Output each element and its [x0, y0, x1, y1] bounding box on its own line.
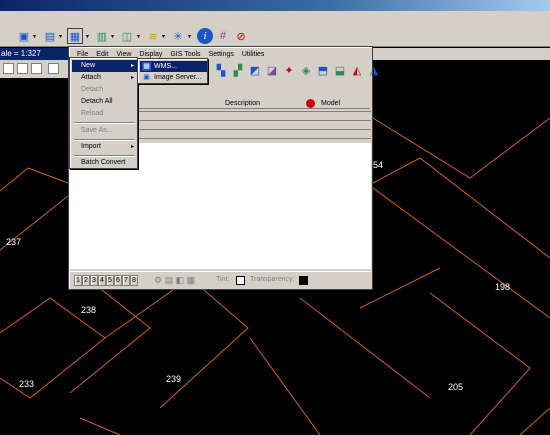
- disable-icon[interactable]: ⊘: [233, 28, 249, 44]
- parcel-boundary: [249, 337, 321, 435]
- menu-item-image-server[interactable]: ▣ Image Server...: [140, 72, 207, 83]
- model-icon: [306, 99, 315, 108]
- submenu-arrow-icon: ▸: [130, 144, 134, 150]
- menu-item-attach[interactable]: Attach ▸: [72, 72, 137, 84]
- dropdown-arrow-icon[interactable]: ▾: [188, 33, 191, 40]
- menu-item-new[interactable]: New ▸: [72, 60, 137, 72]
- raster-tool-icon[interactable]: ⬒: [316, 63, 330, 77]
- view-button[interactable]: 3: [90, 275, 98, 286]
- raster-manager-icon[interactable]: ▦: [67, 28, 83, 44]
- parcel-label: 239: [166, 374, 182, 384]
- menu-item-detach: Detach: [81, 86, 104, 93]
- dropdown-arrow-icon[interactable]: ▾: [111, 33, 114, 40]
- file-menu: New ▸ Attach ▸ Detach Detach All Reload Sa…: [69, 57, 138, 169]
- window-icon[interactable]: ▣: [16, 28, 32, 44]
- parcel-boundary: [372, 187, 550, 319]
- raster-tool-icon[interactable]: ◈: [299, 63, 313, 77]
- fit-view-icon[interactable]: [31, 63, 42, 74]
- raster-tool-icon[interactable]: ◩: [248, 63, 262, 77]
- new-submenu: ▦ WMS... ▣ Image Server...: [137, 58, 208, 84]
- parcel-label: 237: [6, 237, 22, 247]
- parcel-label: 54: [373, 160, 384, 170]
- transparency-label: Transparency:: [250, 276, 295, 283]
- menu-separator: [74, 122, 135, 124]
- raster-tool-icon[interactable]: ⬓: [333, 63, 347, 77]
- tools-icon: ⚙ ▤ ◧ ▦: [154, 275, 196, 285]
- menu-item-save-as: Save As...: [81, 127, 113, 134]
- menu-item-import[interactable]: Import ▸: [72, 141, 137, 153]
- zoom-icon[interactable]: [3, 63, 14, 74]
- dropdown-arrow-icon[interactable]: ▾: [33, 33, 36, 40]
- raster-tool-icon[interactable]: ◮: [367, 63, 381, 77]
- parcel-boundary: [519, 407, 550, 435]
- parcel-label: 205: [448, 382, 464, 392]
- menu-item-detach-all[interactable]: Detach All: [72, 96, 137, 108]
- view-buttons: 1 2 3 4 5 6 7 8: [74, 275, 138, 286]
- stack-icon[interactable]: ≋: [145, 28, 161, 44]
- raster-tool-icon[interactable]: ◭: [350, 63, 364, 77]
- parcel-boundary: [429, 292, 531, 435]
- dropdown-arrow-icon[interactable]: ▾: [137, 33, 140, 40]
- pan-icon[interactable]: [48, 63, 59, 74]
- grid-icon[interactable]: #: [215, 28, 231, 44]
- parcel-label: 198: [495, 282, 511, 292]
- raster-tool-icon[interactable]: ◪: [265, 63, 279, 77]
- tint-label: Tint:: [216, 276, 230, 283]
- view-button[interactable]: 4: [98, 275, 106, 286]
- tint-checkbox[interactable]: [236, 276, 245, 285]
- view-bar: 1 2 3 4 5 6 7 8 ⚙ ▤ ◧ ▦ Tint: Transparen…: [70, 271, 371, 289]
- parcel-boundary: [79, 417, 121, 435]
- view-button[interactable]: 7: [122, 275, 130, 286]
- transparency-color[interactable]: [299, 276, 308, 285]
- grid-header: Description Model: [137, 98, 370, 109]
- document-icon[interactable]: ▤: [42, 28, 58, 44]
- parcel-boundary: [0, 167, 69, 192]
- window-area-icon[interactable]: [17, 63, 28, 74]
- main-toolbar: ▣ ▾ ▤ ▾ ▦ ▾ ▥ ▾ ◫ ▾ ≋ ▾ ✳ ▾ i # ⊘: [0, 11, 550, 47]
- dropdown-arrow-icon[interactable]: ▾: [86, 33, 89, 40]
- submenu-arrow-icon: ▸: [130, 63, 134, 69]
- title-bar: [0, 0, 550, 11]
- menu-item-reload: Reload: [81, 110, 104, 117]
- column-description[interactable]: Description: [225, 98, 260, 109]
- menu-item-batch-convert[interactable]: Batch Convert: [72, 157, 137, 169]
- submenu-arrow-icon: ▸: [130, 75, 134, 81]
- layers-icon[interactable]: ◫: [119, 28, 135, 44]
- snap-icon[interactable]: ✳: [170, 28, 186, 44]
- scale-readout: ale = 1:327: [0, 48, 68, 60]
- status-bar-right: [373, 48, 550, 60]
- menu-item-wms[interactable]: ▦ WMS...: [140, 61, 207, 72]
- raster-toolbar: ▚ ▞ ◩ ◪ ✦ ◈ ⬒ ⬓ ◭ ◮: [214, 61, 381, 79]
- parcel-boundary: [299, 297, 431, 399]
- view-button[interactable]: 6: [114, 275, 122, 286]
- parcel-boundary: [104, 277, 249, 409]
- dropdown-arrow-icon[interactable]: ▾: [59, 33, 62, 40]
- display-icon[interactable]: ▥: [94, 28, 110, 44]
- image-server-icon: ▣: [143, 74, 150, 81]
- view-button[interactable]: 5: [106, 275, 114, 286]
- wms-icon: ▦: [142, 62, 151, 71]
- raster-tool-icon[interactable]: ▞: [231, 63, 245, 77]
- parcel-label: 238: [81, 305, 97, 315]
- raster-tool-icon[interactable]: ▚: [214, 63, 228, 77]
- menu-utilities[interactable]: Utilities: [238, 49, 269, 60]
- menu-settings[interactable]: Settings: [205, 49, 238, 60]
- view-button[interactable]: 1: [74, 275, 82, 286]
- dropdown-arrow-icon[interactable]: ▾: [162, 33, 165, 40]
- view-button[interactable]: 2: [82, 275, 90, 286]
- view-button[interactable]: 8: [130, 275, 138, 286]
- info-icon[interactable]: i: [197, 28, 213, 44]
- raster-tool-icon[interactable]: ✦: [282, 63, 296, 77]
- parcel-label: 233: [19, 379, 35, 389]
- column-model[interactable]: Model: [321, 98, 340, 109]
